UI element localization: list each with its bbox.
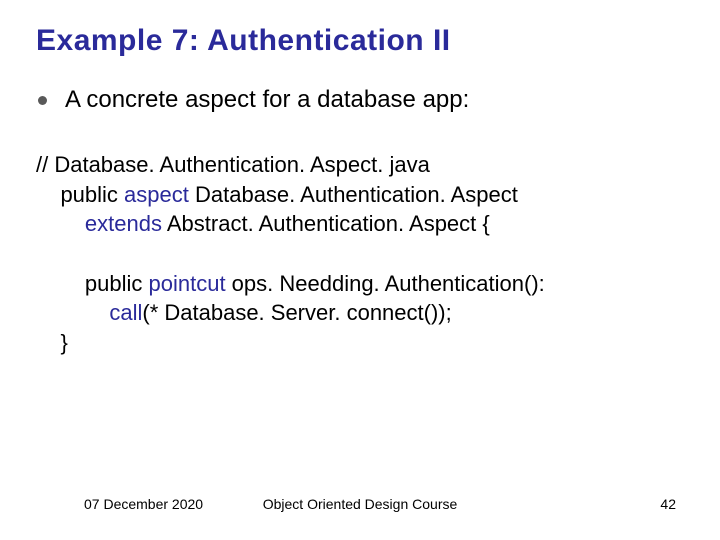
- slide-title: Example 7: Authentication II: [36, 24, 684, 58]
- footer: 07 December 2020 Object Oriented Design …: [0, 496, 720, 512]
- code-line: call(* Database. Server. connect());: [36, 298, 684, 328]
- code-line: }: [36, 328, 684, 358]
- keyword-extends: extends: [85, 211, 162, 236]
- bullet-icon: [38, 96, 47, 105]
- code-line: public aspect Database. Authentication. …: [36, 180, 684, 210]
- keyword-aspect: aspect: [124, 182, 189, 207]
- footer-page-number: 42: [660, 496, 676, 512]
- code-block: // Database. Authentication. Aspect. jav…: [36, 150, 684, 358]
- code-line: public pointcut ops. Needding. Authentic…: [36, 269, 684, 299]
- footer-course: Object Oriented Design Course: [263, 496, 458, 512]
- slide: Example 7: Authentication II A concrete …: [0, 0, 720, 540]
- bullet-item: A concrete aspect for a database app:: [36, 86, 684, 114]
- bullet-text: A concrete aspect for a database app:: [65, 86, 469, 114]
- keyword-pointcut: pointcut: [149, 271, 226, 296]
- code-line: // Database. Authentication. Aspect. jav…: [36, 150, 684, 180]
- footer-date: 07 December 2020: [84, 496, 203, 512]
- code-line: [36, 239, 684, 269]
- keyword-call: call: [109, 300, 142, 325]
- code-line: extends Abstract. Authentication. Aspect…: [36, 209, 684, 239]
